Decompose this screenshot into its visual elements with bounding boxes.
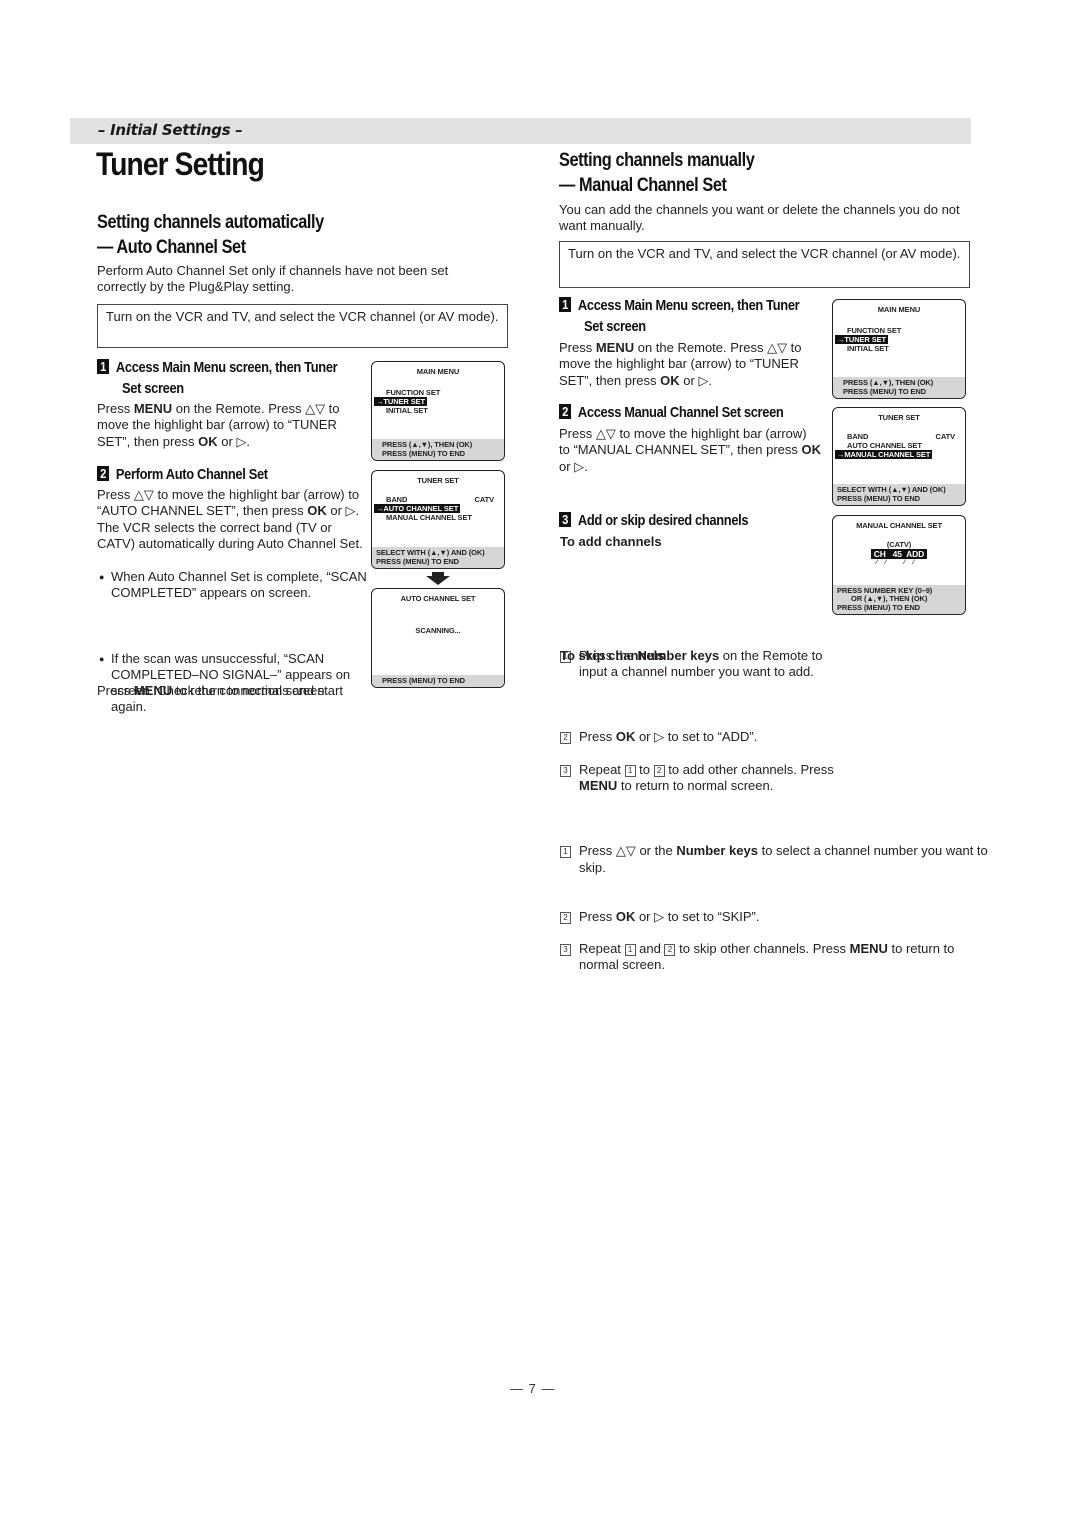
manual-intro: You can add the channels you want or del… xyxy=(559,202,960,234)
osd-main-menu: MAIN MENU FUNCTION SET →TUNER SET INITIA… xyxy=(832,299,966,399)
blink-marks-icon: ⁄⁄ ⁄⁄ xyxy=(876,560,922,566)
auto-step1-text: Press MENU on the Remote. Press △▽ to mo… xyxy=(97,401,340,449)
osd-band-value: CATV xyxy=(935,432,956,441)
manual-heading-line1: Setting channels manually xyxy=(559,150,755,171)
auto-step1-heading-line2: Set screen xyxy=(122,380,184,397)
osd-footer: SELECT WITH (▲,▼) AND (OK) PRESS (MENU) … xyxy=(372,547,504,568)
step-number-badge: 1 xyxy=(97,359,110,374)
skip-step-2: 2 Press OK or ▷ to set to “SKIP”. xyxy=(560,909,991,925)
skip-step-3: 3 Repeat 1 and 2 to skip other channels. … xyxy=(560,941,991,974)
add-channels-heading: To add channels xyxy=(560,534,662,549)
step-ref-box: 1 xyxy=(624,764,636,777)
add-step-2: 2 Press OK or ▷ to set to “ADD”. xyxy=(560,729,841,745)
manual-step3-heading: 3 Add or skip desired channels xyxy=(559,510,749,531)
osd-item-highlighted: →TUNER SET xyxy=(835,335,889,344)
manual-step1-heading-line2: Set screen xyxy=(584,318,646,335)
osd-auto-channel-set: AUTO CHANNEL SET SCANNING... PRESS (MENU… xyxy=(371,588,505,688)
manual-step1-heading-text: Access Main Menu screen, then Tuner xyxy=(577,297,800,314)
step-number-badge: 2 xyxy=(97,466,110,481)
step-number-badge: 3 xyxy=(559,512,572,527)
osd-tuner-set: TUNER SET BAND CATV AUTO CHANNEL SET →MAN… xyxy=(832,407,966,506)
osd-scanning-status: SCANNING... xyxy=(415,626,461,635)
osd-item: FUNCTION SET xyxy=(847,326,902,335)
manual-step2-heading: 2 Access Manual Channel Set screen xyxy=(559,402,784,423)
auto-step2-heading-text: Perform Auto Channel Set xyxy=(115,466,268,483)
step-number-box: 3 xyxy=(560,764,571,777)
auto-heading-line2: — Auto Channel Set xyxy=(97,237,246,258)
auto-step1-heading: 1 Access Main Menu screen, then Tuner xyxy=(97,357,338,378)
osd-title: MAIN MENU xyxy=(877,305,921,314)
down-arrow-icon xyxy=(426,576,450,585)
osd-title: MANUAL CHANNEL SET xyxy=(856,521,942,530)
osd-footer: SELECT WITH (▲,▼) AND (OK) PRESS (MENU) … xyxy=(833,484,965,505)
manual-step2-text: Press △▽ to move the highlight bar (arro… xyxy=(559,426,821,474)
manual-step2-heading-text: Access Manual Channel Set screen xyxy=(577,404,784,421)
step-number-badge: 1 xyxy=(559,297,572,312)
osd-band-label: BAND xyxy=(847,432,869,441)
manual-step3-heading-text: Add or skip desired channels xyxy=(577,512,749,529)
osd-title: TUNER SET xyxy=(417,476,459,485)
osd-item-highlighted: →MANUAL CHANNEL SET xyxy=(835,450,933,459)
osd-title: AUTO CHANNEL SET xyxy=(400,594,476,603)
osd-item: FUNCTION SET xyxy=(386,388,441,397)
osd-item: INITIAL SET xyxy=(386,406,428,415)
auto-return-text: Press MENU to return to normal screen. xyxy=(97,683,329,698)
manual-step1-text: Press MENU on the Remote. Press △▽ to mo… xyxy=(559,340,802,388)
manual-step1-heading: 1 Access Main Menu screen, then Tuner xyxy=(559,295,800,316)
osd-tuner-set: TUNER SET BAND CATV →AUTO CHANNEL SET MAN… xyxy=(371,470,505,569)
osd-title: MAIN MENU xyxy=(416,367,460,376)
osd-manual-channel-set: MANUAL CHANNEL SET (CATV) CH 45 ADD ⁄⁄ ⁄… xyxy=(832,515,966,615)
section-band: – Initial Settings – xyxy=(70,118,971,144)
auto-intro: Perform Auto Channel Set only if channel… xyxy=(97,263,449,295)
osd-title: TUNER SET xyxy=(878,413,920,422)
osd-footer: PRESS (▲,▼), THEN (OK) PRESS (MENU) TO E… xyxy=(372,439,504,460)
osd-item: INITIAL SET xyxy=(847,344,889,353)
add-step-3: 3 Repeat 1 to 2 to add other channels. Pr… xyxy=(560,762,854,795)
osd-band-value: CATV xyxy=(474,495,495,504)
osd-footer: PRESS (MENU) TO END xyxy=(372,674,504,687)
auto-heading-line1: Setting channels automatically xyxy=(97,212,324,233)
osd-band-label: BAND xyxy=(386,495,408,504)
osd-main-menu: MAIN MENU FUNCTION SET →TUNER SET INITIA… xyxy=(371,361,505,461)
auto-note-box: Turn on the VCR and TV, and select the V… xyxy=(97,304,508,348)
osd-item-highlighted: →TUNER SET xyxy=(374,397,428,406)
manual-heading-line2: — Manual Channel Set xyxy=(559,175,727,196)
manual-note-box: Turn on the VCR and TV, and select the V… xyxy=(559,241,970,288)
osd-item: AUTO CHANNEL SET xyxy=(847,441,922,450)
skip-channels-heading: To skip channels xyxy=(560,648,665,663)
osd-item: MANUAL CHANNEL SET xyxy=(386,513,472,522)
step-number-box: 3 xyxy=(560,944,571,957)
osd-footer: PRESS NUMBER KEY (0–9) OR (▲,▼), THEN (O… xyxy=(833,584,965,614)
section-label: – Initial Settings – xyxy=(98,121,243,139)
step-ref-box: 2 xyxy=(664,944,676,957)
osd-item-highlighted: →AUTO CHANNEL SET xyxy=(374,504,461,513)
step-number-badge: 2 xyxy=(559,404,572,419)
step-number-box: 2 xyxy=(560,911,571,924)
auto-step2-heading: 2 Perform Auto Channel Set xyxy=(97,464,268,485)
step-number-box: 2 xyxy=(560,732,571,745)
osd-channel-row: CH 45 ADD xyxy=(870,549,928,559)
page-title: Tuner Setting xyxy=(96,146,265,182)
auto-step1-heading-text: Access Main Menu screen, then Tuner xyxy=(115,359,338,376)
page-number: — 7 — xyxy=(510,1381,556,1396)
step-number-box: 1 xyxy=(560,846,571,859)
skip-step-1: 1 Press △▽ or the Number keys to select a… xyxy=(560,843,991,876)
step-ref-box: 2 xyxy=(653,764,665,777)
osd-footer: PRESS (▲,▼), THEN (OK) PRESS (MENU) TO E… xyxy=(833,377,965,398)
step-ref-box: 1 xyxy=(624,944,636,957)
osd-band: (CATV) xyxy=(886,540,912,549)
auto-bullet-1: When Auto Channel Set is complete, “SCAN… xyxy=(99,569,367,602)
auto-step2-text: Press △▽ to move the highlight bar (arro… xyxy=(97,487,363,551)
